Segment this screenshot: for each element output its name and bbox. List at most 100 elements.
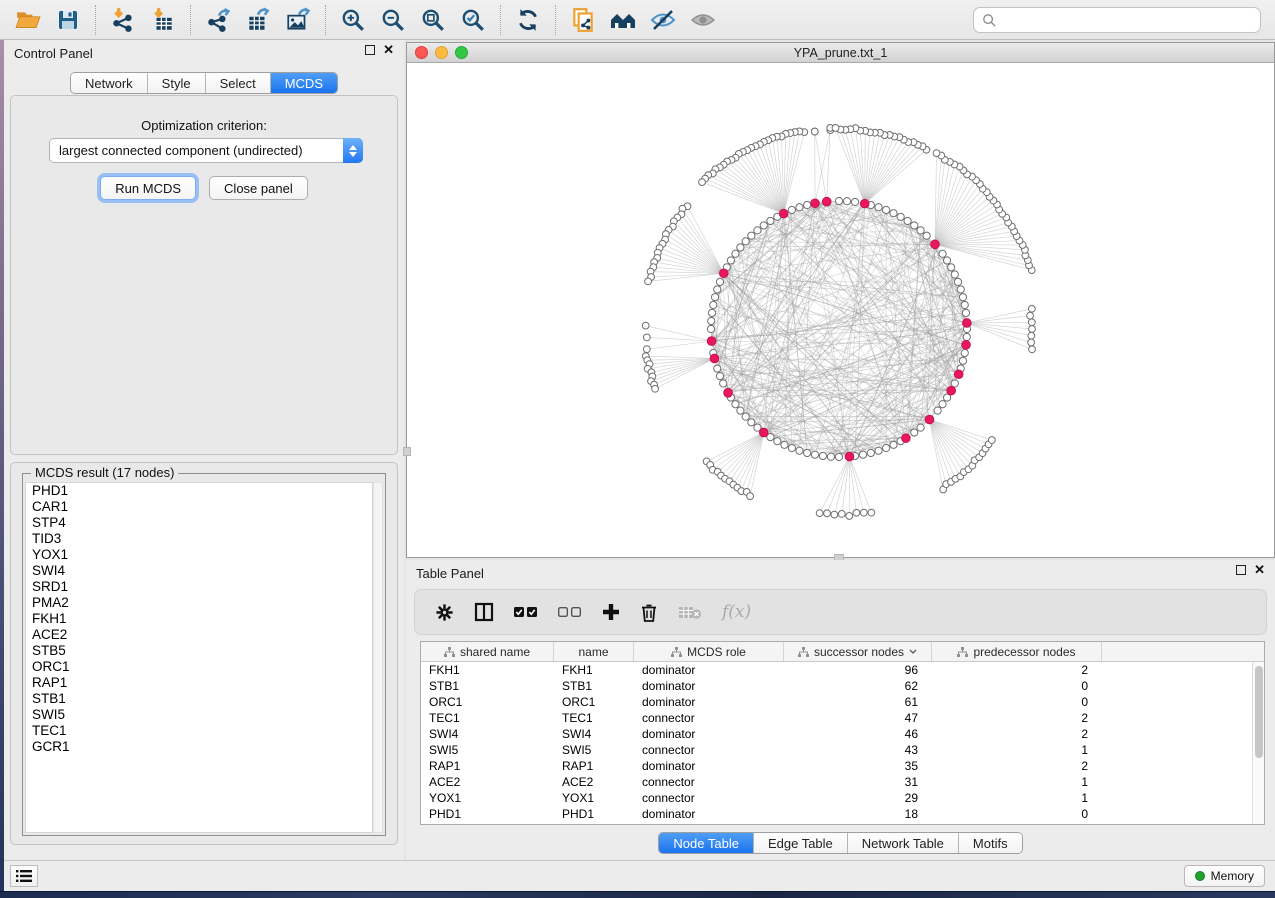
graph-node[interactable] <box>911 222 918 229</box>
function-builder-button[interactable]: f(x) <box>722 602 751 622</box>
mcds-result-item[interactable]: STB5 <box>26 643 372 659</box>
graph-node[interactable] <box>867 449 874 456</box>
graph-node[interactable] <box>748 419 755 426</box>
run-mcds-button[interactable]: Run MCDS <box>100 176 196 200</box>
table-row[interactable]: ACE2ACE2connector311 <box>421 774 1264 790</box>
deselect-all-button[interactable] <box>558 606 582 618</box>
graph-node[interactable] <box>911 429 918 436</box>
zoom-in-button[interactable] <box>333 3 373 37</box>
graph-node[interactable] <box>959 357 966 364</box>
graph-node[interactable] <box>957 286 964 293</box>
graph-node[interactable] <box>875 447 882 454</box>
graph-node[interactable] <box>917 227 924 234</box>
graph-node[interactable] <box>788 206 795 213</box>
graph-node[interactable] <box>961 301 968 308</box>
graph-node[interactable] <box>710 301 717 308</box>
graph-node[interactable] <box>781 441 788 448</box>
graph-node[interactable] <box>714 365 721 372</box>
graph-node[interactable] <box>923 232 930 239</box>
save-button[interactable] <box>48 3 88 37</box>
mcds-result-item[interactable]: PHD1 <box>26 483 372 499</box>
graph-leaf-node[interactable] <box>1028 319 1035 326</box>
graph-node[interactable] <box>737 407 744 414</box>
table-options-button[interactable] <box>435 603 454 622</box>
graph-node[interactable] <box>835 453 842 460</box>
graph-leaf-node[interactable] <box>824 510 831 517</box>
close-panel-icon[interactable]: ✕ <box>383 45 394 55</box>
graph-node[interactable] <box>883 206 890 213</box>
graph-node[interactable] <box>804 449 811 456</box>
graph-leaf-node[interactable] <box>652 385 659 392</box>
graph-leaf-node[interactable] <box>868 509 875 516</box>
graph-node[interactable] <box>811 451 818 458</box>
graph-hub-node[interactable] <box>759 428 768 437</box>
graph-node[interactable] <box>711 294 718 301</box>
hide-selected-button[interactable] <box>643 3 683 37</box>
window-close-icon[interactable] <box>415 46 428 59</box>
mcds-result-item[interactable]: TID3 <box>26 531 372 547</box>
graph-node[interactable] <box>707 325 714 332</box>
graph-node[interactable] <box>708 309 715 316</box>
graph-leaf-node[interactable] <box>831 511 838 518</box>
graph-node[interactable] <box>897 213 904 220</box>
mcds-result-item[interactable]: SWI4 <box>26 563 372 579</box>
graph-node[interactable] <box>890 441 897 448</box>
delete-table-button[interactable] <box>678 605 702 620</box>
column-header-shared-name[interactable]: shared name <box>421 642 554 661</box>
graph-hub-node[interactable] <box>822 197 831 206</box>
criterion-dropdown[interactable]: largest connected component (undirected) <box>49 138 363 163</box>
mcds-result-item[interactable]: ORC1 <box>26 659 372 675</box>
graph-node[interactable] <box>963 333 970 340</box>
mcds-result-item[interactable]: STB1 <box>26 691 372 707</box>
table-row[interactable]: STB1STB1dominator620 <box>421 678 1264 694</box>
select-all-button[interactable] <box>514 606 538 618</box>
graph-node[interactable] <box>875 204 882 211</box>
tab-mcds[interactable]: MCDS <box>271 73 337 93</box>
graph-node[interactable] <box>883 444 890 451</box>
show-all-button[interactable] <box>683 3 723 37</box>
graph-leaf-node[interactable] <box>1029 346 1036 353</box>
tab-node-table[interactable]: Node Table <box>659 833 754 853</box>
float-window-icon[interactable] <box>365 45 375 55</box>
graph-node[interactable] <box>732 401 739 408</box>
mcds-result-item[interactable]: TEC1 <box>26 723 372 739</box>
graph-node[interactable] <box>742 238 749 245</box>
graph-hub-node[interactable] <box>719 269 728 278</box>
graph-leaf-node[interactable] <box>933 150 940 157</box>
graph-node[interactable] <box>708 317 715 324</box>
graph-hub-node[interactable] <box>811 199 820 208</box>
network-window-titlebar[interactable]: YPA_prune.txt_1 <box>407 43 1274 63</box>
graph-node[interactable] <box>742 413 749 420</box>
export-network-button[interactable] <box>198 3 238 37</box>
graph-node[interactable] <box>939 250 946 257</box>
graph-node[interactable] <box>843 198 850 205</box>
graph-leaf-node[interactable] <box>832 125 839 132</box>
graph-node[interactable] <box>859 451 866 458</box>
graph-node[interactable] <box>835 197 842 204</box>
graph-node[interactable] <box>961 349 968 356</box>
graph-leaf-node[interactable] <box>1028 305 1035 312</box>
table-row[interactable]: SWI5SWI5connector431 <box>421 742 1264 758</box>
graph-leaf-node[interactable] <box>642 322 649 329</box>
show-columns-button[interactable] <box>474 602 494 622</box>
delete-row-button[interactable] <box>640 603 658 622</box>
add-row-button[interactable] <box>602 603 620 621</box>
mcds-result-item[interactable]: GCR1 <box>26 739 372 755</box>
graph-leaf-node[interactable] <box>1028 332 1035 339</box>
graph-node[interactable] <box>748 232 755 239</box>
mcds-list-scrollbar[interactable] <box>373 482 383 833</box>
graph-node[interactable] <box>943 257 950 264</box>
graph-leaf-node[interactable] <box>747 493 754 500</box>
graph-hub-node[interactable] <box>954 370 963 379</box>
graph-node[interactable] <box>737 244 744 251</box>
close-panel-button[interactable]: Close panel <box>209 176 308 200</box>
show-panel-list-button[interactable] <box>10 865 38 887</box>
tab-style[interactable]: Style <box>148 73 206 93</box>
graph-hub-node[interactable] <box>845 452 854 461</box>
table-row[interactable]: TEC1TEC1connector472 <box>421 710 1264 726</box>
tab-network[interactable]: Network <box>71 73 148 93</box>
graph-node[interactable] <box>948 264 955 271</box>
graph-hub-node[interactable] <box>724 389 733 398</box>
graph-node[interactable] <box>827 453 834 460</box>
graph-leaf-node[interactable] <box>645 278 652 285</box>
